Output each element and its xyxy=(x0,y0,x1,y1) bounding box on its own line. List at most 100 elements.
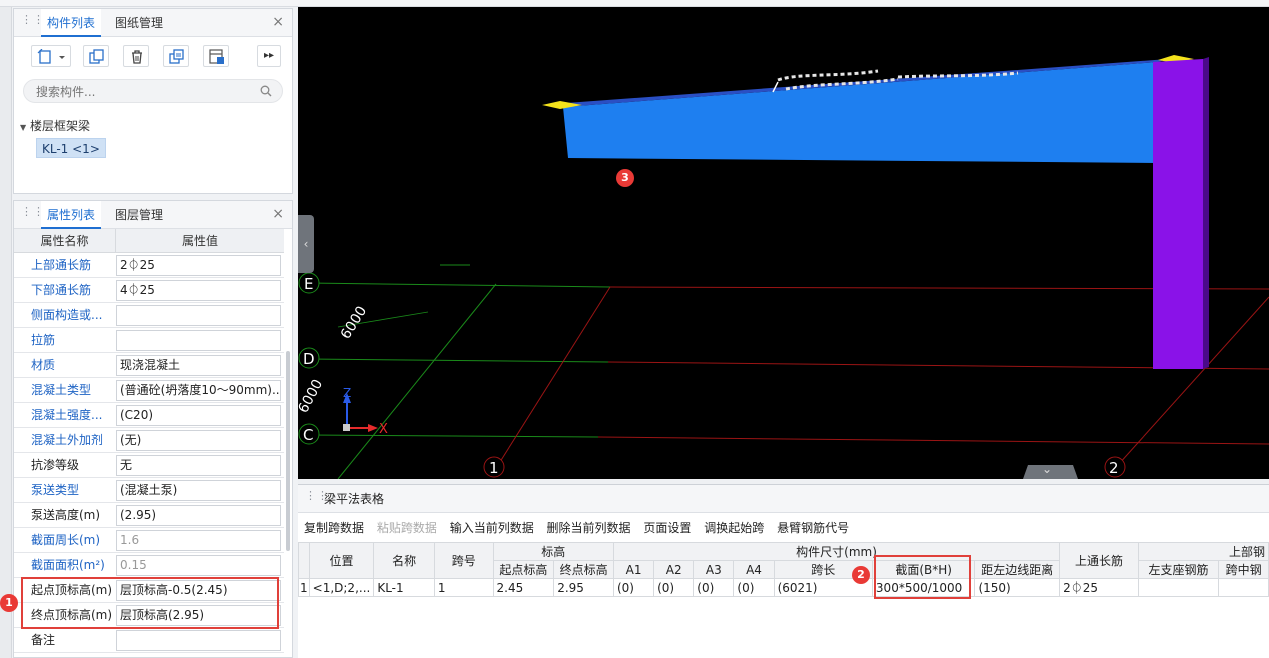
more-tools-button[interactable]: ▸▸ xyxy=(257,45,281,67)
property-value-input[interactable]: (混凝土泵) xyxy=(116,480,281,501)
property-value-input[interactable]: 无 xyxy=(116,455,281,476)
cell-a3[interactable]: (0) xyxy=(693,578,735,597)
property-value-readonly: 1.6 xyxy=(116,530,281,551)
trash-icon xyxy=(132,50,142,64)
3d-viewport[interactable]: E D C 1 2 6000 6000 Z X ⌄ 3 xyxy=(298,7,1269,479)
property-row[interactable]: 下部通长筋 4⏀25 xyxy=(14,278,284,303)
new-component-button[interactable] xyxy=(31,45,71,67)
beam-kl1[interactable] xyxy=(563,62,1158,163)
property-row[interactable]: 泵送类型 (混凝土泵) xyxy=(14,478,284,503)
beam-plan-table: 位置 名称 跨号 标高 构件尺寸(mm) 上通长筋 上部钢 起点标高 终点标高 … xyxy=(298,542,1269,597)
close-icon[interactable]: × xyxy=(272,14,284,30)
cell-end-elev[interactable]: 2.95 xyxy=(553,578,614,597)
cell-a4[interactable]: (0) xyxy=(733,578,775,597)
property-row[interactable]: 材质 现浇混凝土 xyxy=(14,353,284,378)
input-column-data-button[interactable]: 输入当前列数据 xyxy=(450,521,534,535)
tree-node-floor-frame-beam[interactable]: ▼ 楼层框架梁 xyxy=(20,117,90,134)
search-icon[interactable] xyxy=(260,85,272,97)
swap-start-span-button[interactable]: 调换起始跨 xyxy=(704,521,764,535)
property-value-input[interactable]: 4⏀25 xyxy=(116,280,281,301)
property-row[interactable]: 泵送高度(m) (2.95) xyxy=(14,503,284,528)
grid-line-c xyxy=(307,434,599,438)
property-row[interactable]: 上部通长筋 2⏀25 xyxy=(14,253,284,278)
collapse-left-tab[interactable]: ‹ xyxy=(298,215,314,273)
delete-component-button[interactable] xyxy=(123,45,149,67)
property-name: 截面周长(m) xyxy=(31,533,101,547)
property-value-input[interactable]: 2⏀25 xyxy=(116,255,281,276)
property-value-input[interactable] xyxy=(116,305,281,326)
drag-grip-icon[interactable]: ⋮⋮ xyxy=(21,14,44,29)
grid-label-c: C xyxy=(303,426,313,444)
property-value-input[interactable] xyxy=(116,630,281,651)
property-row[interactable]: 抗渗等级 无 xyxy=(14,453,284,478)
page-setup-button[interactable]: 页面设置 xyxy=(643,521,691,535)
caret-down-icon[interactable]: ▼ xyxy=(20,123,30,132)
property-row[interactable]: 备注 xyxy=(14,628,284,653)
cell-name[interactable]: KL-1 xyxy=(373,578,435,597)
component-search[interactable] xyxy=(23,79,283,103)
col-header-position: 位置 xyxy=(308,542,375,579)
tab-property-list[interactable]: 属性列表 xyxy=(41,201,102,229)
copy-component-button[interactable] xyxy=(83,45,109,67)
col-header-a4: A4 xyxy=(733,560,775,579)
col-header-name: 名称 xyxy=(373,542,435,579)
property-row[interactable]: 截面面积(m²) 0.15 xyxy=(14,553,284,578)
tab-drawing-management[interactable]: 图纸管理 xyxy=(109,9,169,37)
search-input[interactable] xyxy=(36,84,256,100)
beam-table-title: 梁平法表格 xyxy=(324,492,385,506)
property-row[interactable]: 混凝土类型 (普通砼(坍落度10～90mm)... xyxy=(14,378,284,403)
delete-column-data-button[interactable]: 删除当前列数据 xyxy=(547,521,631,535)
property-value-input[interactable] xyxy=(116,330,281,351)
cell-left-support[interactable] xyxy=(1137,578,1220,597)
axis-z-label: Z xyxy=(343,386,351,400)
property-row[interactable]: 拉筋 xyxy=(14,328,284,353)
cell-a2[interactable]: (0) xyxy=(653,578,695,597)
close-icon[interactable]: × xyxy=(272,206,284,222)
drag-grip-icon[interactable]: ⋮⋮ xyxy=(21,206,44,221)
cell-position[interactable]: <1,D;2,... xyxy=(308,578,375,597)
drag-grip-icon[interactable]: ⋮⋮ xyxy=(305,490,328,505)
top-strip xyxy=(0,0,1269,7)
property-value-input[interactable]: (C20) xyxy=(116,405,281,426)
property-value-input[interactable]: (无) xyxy=(116,430,281,451)
tab-component-list[interactable]: 构件列表 xyxy=(41,9,102,37)
3d-scene[interactable]: E D C 1 2 6000 6000 Z X xyxy=(298,7,1269,479)
highlight-box-section xyxy=(874,555,971,599)
cell-top-rebar[interactable]: 2⏀25 xyxy=(1059,578,1139,597)
paste-span-data-button: 粘贴跨数据 xyxy=(376,521,437,535)
layer-copy-button[interactable] xyxy=(163,45,189,67)
col-header-a3: A3 xyxy=(693,560,735,579)
cell-edge-distance[interactable]: (150) xyxy=(974,578,1061,597)
property-value-input[interactable]: (2.95) xyxy=(116,505,281,526)
cell-span-no[interactable]: 1 xyxy=(433,578,494,597)
col-header-top-group: 上部钢 xyxy=(1137,542,1269,561)
tab-layer-management[interactable]: 图层管理 xyxy=(109,201,169,229)
property-name: 备注 xyxy=(31,633,56,647)
cell-a1[interactable]: (0) xyxy=(612,578,655,597)
cell-mid-span[interactable] xyxy=(1218,578,1269,597)
beam-plan-table-panel: ⋮⋮ 梁平法表格 复制跨数据 粘贴跨数据 输入当前列数据 删除当前列数据 页面设… xyxy=(298,484,1269,658)
property-row[interactable]: 混凝土强度... (C20) xyxy=(14,403,284,428)
copy-span-data-button[interactable]: 复制跨数据 xyxy=(304,521,364,535)
property-row[interactable]: 截面周长(m) 1.6 xyxy=(14,528,284,553)
property-name: 混凝土类型 xyxy=(31,383,92,397)
property-value-input[interactable]: 现浇混凝土 xyxy=(116,355,281,376)
property-table-header: 属性名称 属性值 xyxy=(14,229,284,253)
sort-component-button[interactable] xyxy=(203,45,229,67)
column-kz[interactable] xyxy=(1153,59,1203,369)
property-name: 下部通长筋 xyxy=(31,283,92,297)
chevron-down-icon[interactable]: ⌄ xyxy=(1042,462,1052,476)
cell-start-elev[interactable]: 2.45 xyxy=(492,578,555,597)
col-header-a1: A1 xyxy=(612,560,655,579)
grid-line-red-c xyxy=(597,436,1269,445)
col-header-index xyxy=(298,542,310,579)
beam-table-toolbar: 复制跨数据 粘贴跨数据 输入当前列数据 删除当前列数据 页面设置 调换起始跨 悬… xyxy=(304,519,858,539)
property-row[interactable]: 侧面构造或... xyxy=(14,303,284,328)
tree-leaf-kl1[interactable]: KL-1 <1> xyxy=(36,138,106,158)
cantilever-rebar-code-button[interactable]: 悬臂钢筋代号 xyxy=(777,521,849,535)
property-value-input[interactable]: (普通砼(坍落度10～90mm)... xyxy=(116,380,281,401)
property-panel-header: ⋮⋮ 属性列表 图层管理 × xyxy=(14,201,292,229)
table-row[interactable]: 1 <1,D;2,... KL-1 1 2.45 2.95 (0) (0) (0… xyxy=(298,578,1269,597)
property-scrollbar[interactable] xyxy=(286,351,290,551)
property-row[interactable]: 混凝土外加剂 (无) xyxy=(14,428,284,453)
